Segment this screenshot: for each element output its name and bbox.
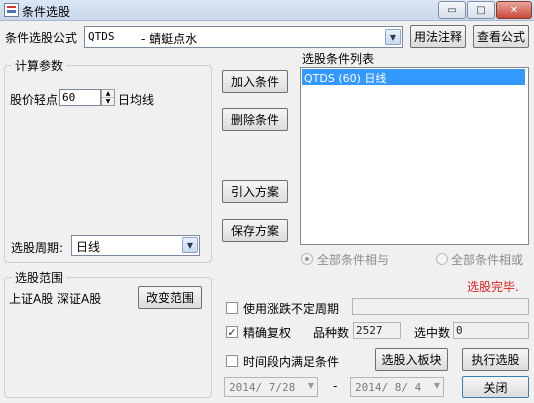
- param-value-input[interactable]: 60: [59, 89, 101, 106]
- app-icon: [4, 3, 19, 17]
- add-condition-button[interactable]: 加入条件: [222, 70, 288, 93]
- spin-up-icon[interactable]: ▲: [102, 90, 114, 98]
- period-select[interactable]: 日线 ▼: [71, 235, 200, 256]
- variety-count-field: 2527: [353, 322, 401, 339]
- import-scheme-button[interactable]: 引入方案: [222, 180, 288, 203]
- close-button[interactable]: 关闭: [462, 376, 529, 398]
- formula-select[interactable]: QTDS - 蜻蜓点水 ▼: [84, 26, 403, 48]
- list-item[interactable]: QTDS (60) 日线: [302, 69, 525, 85]
- chevron-down-icon[interactable]: ▼: [308, 381, 314, 390]
- close-window-button[interactable]: ✕: [496, 1, 532, 19]
- time-range-label: 时间段内满足条件: [243, 355, 340, 369]
- chevron-down-icon[interactable]: ▼: [434, 381, 440, 390]
- to-sector-button[interactable]: 选股入板块: [375, 348, 448, 371]
- selected-count-field: 0: [453, 322, 529, 339]
- exact-restore-label: 精确复权: [243, 326, 292, 340]
- formula-code: QTDS: [88, 30, 115, 43]
- date-separator: -: [333, 379, 338, 393]
- condition-item-text: QTDS (60) 日线: [304, 72, 387, 85]
- delete-condition-button[interactable]: 删除条件: [222, 108, 288, 131]
- or-radio[interactable]: [436, 253, 448, 265]
- check-icon: ✓: [227, 325, 237, 339]
- minimize-icon: ▭: [447, 4, 457, 16]
- view-formula-button[interactable]: 查看公式: [473, 25, 529, 48]
- restore-button[interactable]: □: [467, 1, 495, 19]
- param-suffix: 日均线: [118, 93, 155, 107]
- range-group-title: 选股范围: [12, 269, 67, 286]
- and-label: 全部条件相与: [317, 253, 390, 267]
- irregular-period-checkbox[interactable]: [226, 302, 238, 314]
- minimize-button[interactable]: ▭: [438, 1, 466, 19]
- or-label: 全部条件相或: [451, 253, 524, 267]
- selected-count: 0: [456, 324, 463, 337]
- save-scheme-button[interactable]: 保存方案: [222, 219, 288, 242]
- close-icon: ✕: [509, 4, 519, 16]
- condition-list[interactable]: QTDS (60) 日线: [300, 67, 529, 245]
- restore-icon: □: [476, 4, 486, 16]
- start-date-picker[interactable]: 2014/ 7/28 ▼: [224, 377, 318, 397]
- window-title: 条件选股: [22, 5, 71, 19]
- and-radio[interactable]: [301, 253, 313, 265]
- period-value: 日线: [76, 240, 101, 254]
- variety-label: 品种数: [313, 326, 350, 340]
- params-group-title: 计算参数: [12, 57, 67, 74]
- change-range-button[interactable]: 改变范围: [138, 286, 202, 309]
- chevron-down-icon[interactable]: ▼: [182, 237, 198, 253]
- irregular-period-label: 使用涨跌不定周期: [243, 302, 340, 316]
- irregular-period-input[interactable]: [352, 298, 529, 315]
- period-label: 选股周期:: [11, 241, 64, 255]
- time-range-checkbox[interactable]: [226, 355, 238, 367]
- usage-notes-button[interactable]: 用法注释: [410, 25, 466, 48]
- condition-list-title: 选股条件列表: [302, 52, 375, 66]
- param-spinner[interactable]: ▲ ▼: [101, 89, 115, 106]
- formula-label: 条件选股公式: [5, 31, 78, 45]
- status-text: 选股完毕.: [467, 280, 519, 294]
- chevron-down-icon[interactable]: ▼: [385, 29, 401, 45]
- param-value: 60: [62, 91, 76, 104]
- spin-down-icon[interactable]: ▼: [102, 98, 114, 105]
- exact-restore-checkbox[interactable]: ✓: [226, 326, 238, 338]
- selected-label: 选中数: [414, 326, 451, 340]
- start-date: 2014/ 7/28: [229, 381, 296, 394]
- execute-button[interactable]: 执行选股: [462, 348, 529, 371]
- end-date: 2014/ 8/ 4: [355, 381, 422, 394]
- end-date-picker[interactable]: 2014/ 8/ 4 ▼: [350, 377, 444, 397]
- formula-name: - 蜻蜓点水: [141, 32, 198, 46]
- variety-count: 2527: [356, 324, 383, 337]
- param-label: 股价轻点: [10, 93, 59, 107]
- range-value: 上证A股 深证A股: [9, 292, 102, 306]
